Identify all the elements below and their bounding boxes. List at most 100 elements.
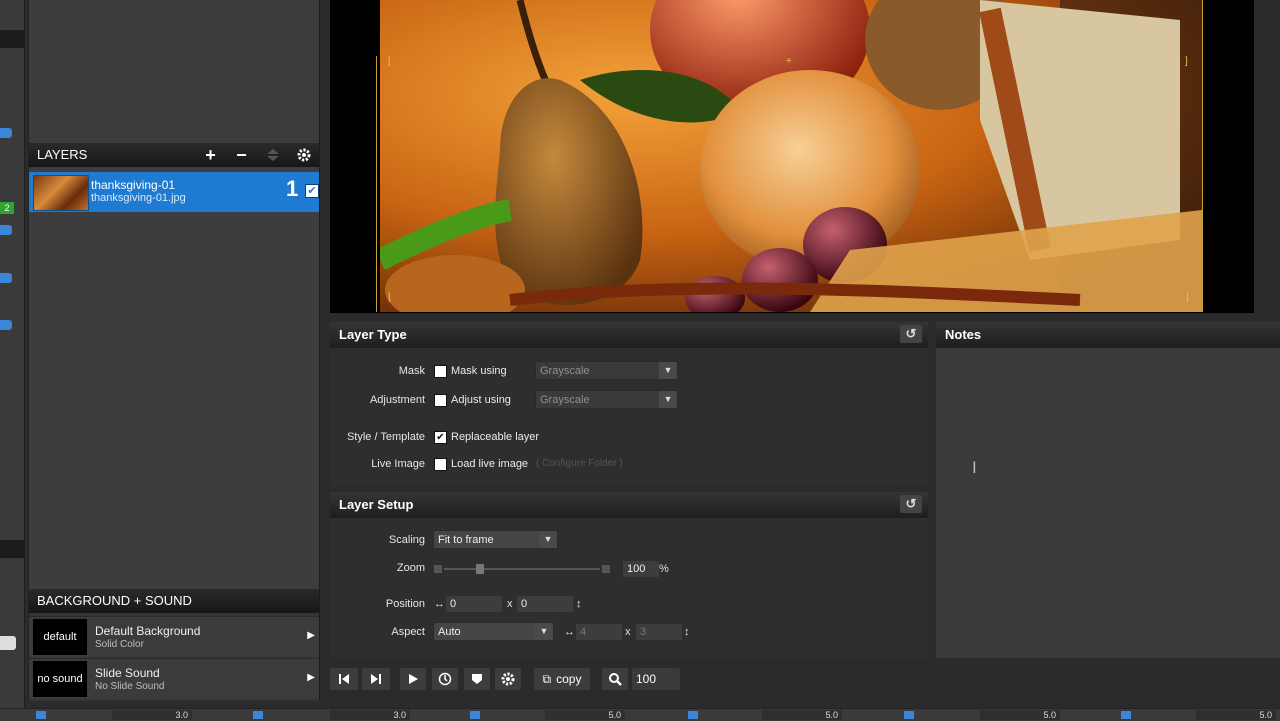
copy-button[interactable]: ⧉ copy xyxy=(534,668,590,690)
timing-button[interactable] xyxy=(432,668,458,690)
previous-slide-button[interactable] xyxy=(330,668,358,690)
background-tag: default xyxy=(33,619,87,655)
background-row[interactable]: default Default Background Solid Color ▶ xyxy=(29,616,319,657)
zoom-unit: % xyxy=(659,563,669,575)
strip-marker[interactable] xyxy=(0,636,16,650)
zoom-button[interactable] xyxy=(602,668,628,690)
resize-handle[interactable]: ⌊ xyxy=(388,292,392,303)
slide-duration[interactable]: 5.0 xyxy=(980,710,1060,720)
strip-tab[interactable] xyxy=(0,540,24,558)
frame-edge xyxy=(1202,0,1203,312)
scaling-select[interactable]: Fit to frame ▼ xyxy=(433,530,558,549)
chevron-down-icon: ▼ xyxy=(539,531,557,548)
aspect-label: Aspect xyxy=(391,626,425,638)
skip-forward-icon xyxy=(371,674,381,684)
vertical-arrows-icon: ↕ xyxy=(576,598,582,610)
slide-duration[interactable]: 5.0 xyxy=(1196,710,1276,720)
layer-type-panel: Layer Type ↺ Mask Mask using Grayscale ▼… xyxy=(330,322,928,486)
slide-marker-icon[interactable] xyxy=(253,711,263,719)
live-image-check-label: Load live image xyxy=(451,458,529,470)
slide-marker-icon[interactable] xyxy=(470,711,480,719)
background-sound-panel: BACKGROUND + SOUND default Default Backg… xyxy=(29,589,319,701)
layers-title: LAYERS xyxy=(37,147,88,162)
play-button[interactable] xyxy=(400,668,426,690)
mask-select[interactable]: Grayscale ▼ xyxy=(535,361,678,380)
adjustment-label: Adjustment xyxy=(369,394,425,406)
notes-title: Notes xyxy=(945,327,982,342)
strip-marker[interactable] xyxy=(0,320,12,330)
reset-layer-type-button[interactable]: ↺ xyxy=(900,325,922,343)
search-icon xyxy=(609,673,622,686)
slide-duration[interactable]: 5.0 xyxy=(762,710,842,720)
resize-handle[interactable]: ⌋ xyxy=(1185,292,1189,303)
strip-marker[interactable] xyxy=(0,128,12,138)
strip-marker[interactable] xyxy=(0,273,12,283)
position-label: Position xyxy=(385,598,425,610)
marker-icon xyxy=(472,674,482,684)
mask-checkbox[interactable] xyxy=(434,365,447,378)
slide-duration[interactable]: 3.0 xyxy=(330,710,410,720)
adjustment-select-value: Grayscale xyxy=(540,394,590,406)
sound-row[interactable]: no sound Slide Sound No Slide Sound ▶ xyxy=(29,658,319,699)
layer-visible-checkbox[interactable]: ✔ xyxy=(305,184,319,198)
mask-check-label: Mask using xyxy=(451,365,507,377)
position-x-field[interactable]: 0 xyxy=(446,596,502,612)
remove-layer-button[interactable]: − xyxy=(226,143,257,167)
next-slide-button[interactable] xyxy=(362,668,390,690)
layer-settings-button[interactable] xyxy=(288,143,319,167)
background-title: Default Background xyxy=(95,624,201,638)
selection-frame[interactable]: [ ] + ⌊ ⌋ xyxy=(376,0,1203,312)
options-button[interactable] xyxy=(495,668,521,690)
expand-arrow-icon[interactable]: ▶ xyxy=(307,672,315,683)
copy-label: copy xyxy=(556,672,582,686)
layer-item[interactable]: thanksgiving-01 thanksgiving-01.jpg 1 ✔ xyxy=(29,172,319,212)
replaceable-layer-checkbox[interactable]: ✔ xyxy=(434,431,447,444)
aspect-width-field[interactable]: 4 xyxy=(576,624,622,640)
reorder-layer-button[interactable] xyxy=(257,143,288,167)
reset-layer-setup-button[interactable]: ↺ xyxy=(900,495,922,513)
notes-header: Notes xyxy=(936,322,1280,348)
horizontal-arrows-icon: ↔ xyxy=(434,598,445,610)
strip-tab[interactable] xyxy=(0,30,24,48)
play-icon xyxy=(409,674,418,684)
layer-filename: thanksgiving-01.jpg xyxy=(91,192,186,204)
aspect-height-field[interactable]: 3 xyxy=(636,624,682,640)
adjustment-select[interactable]: Grayscale ▼ xyxy=(535,390,678,409)
marker-button[interactable] xyxy=(464,668,490,690)
zoom-level-field[interactable]: 100 xyxy=(632,668,680,690)
text-cursor-icon: I xyxy=(972,458,977,477)
gear-icon xyxy=(297,148,310,162)
slide-duration[interactable]: 5.0 xyxy=(545,710,625,720)
slide-marker-icon[interactable] xyxy=(1121,711,1131,719)
mask-label: Mask xyxy=(398,365,425,377)
center-handle[interactable]: + xyxy=(786,56,792,67)
notes-panel: Notes I xyxy=(936,322,1280,658)
strip-badge: 2 xyxy=(0,202,14,214)
slide-duration[interactable]: 3.0 xyxy=(112,710,192,720)
chevron-down-icon: ▼ xyxy=(659,391,677,408)
resize-handle[interactable]: ] xyxy=(1185,56,1188,67)
layer-type-header: Layer Type ↺ xyxy=(330,322,928,348)
side-strip: 2 xyxy=(0,0,25,708)
zoom-field[interactable]: 100 xyxy=(623,561,659,577)
aspect-select[interactable]: Auto ▼ xyxy=(433,622,554,641)
position-y-field[interactable]: 0 xyxy=(517,596,573,612)
resize-handle[interactable]: [ xyxy=(388,56,391,67)
add-layer-button[interactable]: + xyxy=(195,143,226,167)
notes-textarea[interactable] xyxy=(936,348,1280,658)
zoom-slider[interactable] xyxy=(434,564,610,574)
slide-marker-icon[interactable] xyxy=(904,711,914,719)
background-sound-title: BACKGROUND + SOUND xyxy=(37,593,192,608)
live-image-checkbox[interactable] xyxy=(434,458,447,471)
slide-marker-icon[interactable] xyxy=(36,711,46,719)
strip-marker[interactable] xyxy=(0,225,12,235)
layers-panel: LAYERS + − thanksgiving-01 thanksgiving-… xyxy=(29,143,319,593)
slide-marker-icon[interactable] xyxy=(688,711,698,719)
configure-folder-link[interactable]: ( Configure Folder ) xyxy=(536,458,623,469)
zoom-thumb[interactable] xyxy=(476,564,484,574)
adjustment-checkbox[interactable] xyxy=(434,394,447,407)
live-image-label: Live Image xyxy=(371,458,425,470)
position-separator: x xyxy=(507,598,513,610)
skip-back-icon xyxy=(339,674,349,684)
left-panel: LAYERS + − thanksgiving-01 thanksgiving-… xyxy=(28,0,320,701)
